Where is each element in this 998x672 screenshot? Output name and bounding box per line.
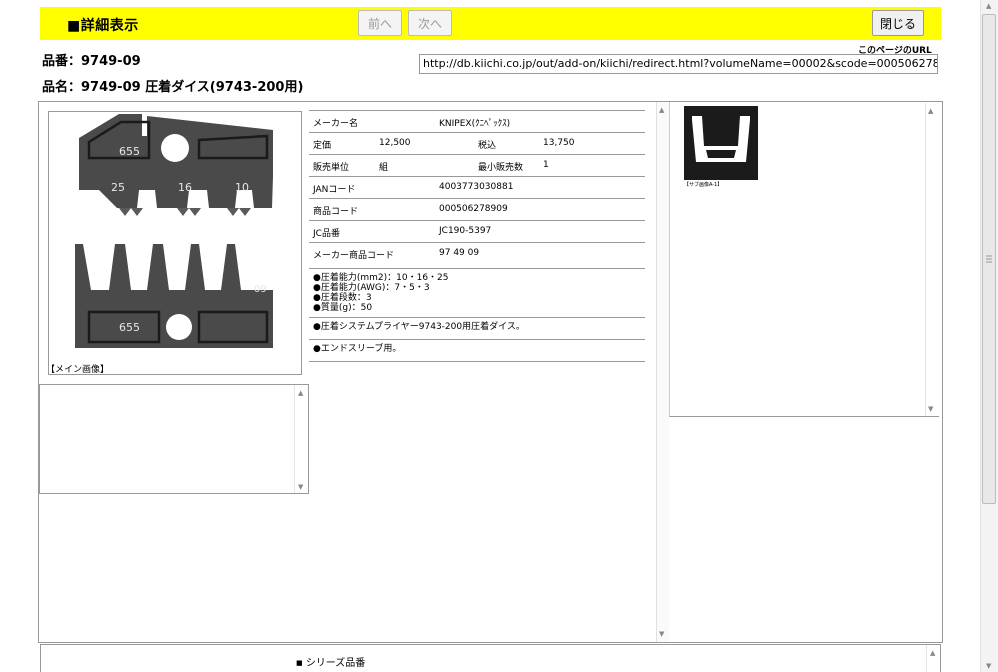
feature-note: ●圧着システムプライヤー9743-200用圧着ダイス。 — [313, 322, 525, 332]
spec-label: 販売単位 — [313, 163, 350, 173]
description-scrollbar[interactable]: ▲ ▼ — [294, 385, 309, 493]
series-scrollbar[interactable]: ▲ — [926, 645, 941, 672]
die-bottom-code: 09 — [254, 284, 267, 295]
spec-value: 12,500 — [379, 138, 411, 148]
spec-row-maker: メーカー名 KNIPEX(ｸﾆﾍﾟｯｸｽ) — [309, 110, 645, 132]
spec-value: 1 — [543, 160, 549, 170]
spec-row-maker-code: メーカー商品コード 97 49 09 — [309, 242, 645, 264]
detail-scrollbar[interactable]: ▲ ▼ — [656, 102, 669, 642]
product-number: 品番：9749-09 — [42, 54, 141, 69]
die-size-25: 25 — [111, 181, 125, 194]
feature-line: ●圧着能力(mm2)：10・16・25 — [313, 273, 449, 283]
spec-label: 商品コード — [313, 207, 359, 217]
scroll-down-icon[interactable]: ▼ — [298, 483, 303, 491]
scroll-up-icon[interactable]: ▲ — [298, 389, 303, 397]
spec-value: KNIPEX(ｸﾆﾍﾟｯｸｽ) — [439, 119, 511, 129]
feature-note: ●エンドスリーブ用。 — [313, 344, 402, 354]
die-size-16: 16 — [178, 181, 192, 194]
spec-row-code: 商品コード 000506278909 — [309, 198, 645, 220]
spec-row-price: 定価 12,500 税込 13,750 — [309, 132, 645, 154]
scroll-up-icon[interactable]: ▲ — [659, 106, 664, 114]
scroll-up-icon[interactable]: ▲ — [986, 2, 991, 10]
die-size-10: 10 — [235, 181, 249, 194]
spec-label: 税込 — [478, 141, 497, 151]
description-frame — [39, 384, 309, 494]
spec-label: メーカー名 — [313, 119, 359, 129]
grip-icon — [986, 255, 992, 263]
spec-row-jan: JANコード 4003773030881 — [309, 176, 645, 198]
spec-label: 定価 — [313, 141, 332, 151]
series-frame — [40, 644, 941, 672]
header-bar: ■詳細表示 前へ 次へ 閉じる — [40, 7, 941, 40]
sub-image-caption: 【サブ画像A-1】 — [684, 182, 723, 188]
bullet-icon: ■ — [296, 659, 303, 667]
spec-value: 13,750 — [543, 138, 575, 148]
series-label-text: シリーズ品番 — [305, 658, 366, 669]
page-scrollbar-thumb[interactable] — [982, 14, 996, 504]
spec-label: メーカー商品コード — [313, 251, 395, 261]
sub-image-scrollbar[interactable]: ▲ ▼ — [925, 103, 939, 416]
feature-list: ●圧着能力(mm2)：10・16・25 ●圧着能力(AWG)：7・5・3 ●圧着… — [309, 268, 645, 362]
main-image-caption: 【メイン画像】 — [46, 365, 110, 375]
scroll-down-icon[interactable]: ▼ — [659, 630, 664, 638]
spec-value: 4003773030881 — [439, 182, 514, 192]
crimp-die-image: 655 25 16 10 09 655 — [75, 114, 273, 348]
next-button[interactable]: 次へ — [408, 10, 452, 36]
page-url-field[interactable]: http://db.kiichi.co.jp/out/add-on/kiichi… — [419, 54, 938, 74]
close-button[interactable]: 閉じる — [872, 10, 924, 36]
spec-row-unit: 販売単位 組 最小販売数 1 — [309, 154, 645, 176]
scroll-up-icon[interactable]: ▲ — [928, 107, 933, 115]
die-profile-image — [692, 116, 750, 162]
spec-value: JC190-5397 — [439, 226, 492, 236]
spec-label: JC品番 — [313, 229, 340, 239]
main-image: 655 25 16 10 09 655 — [48, 111, 302, 375]
feature-line: ●質量(g)：50 — [313, 303, 373, 313]
die-top-marking: 655 — [119, 145, 140, 158]
sub-image-thumbnail[interactable] — [684, 106, 758, 180]
scroll-down-icon[interactable]: ▼ — [986, 662, 991, 670]
scroll-down-icon[interactable]: ▼ — [928, 405, 933, 413]
feature-line: ●圧着能力(AWG)：7・5・3 — [313, 283, 430, 293]
spec-value: 97 49 09 — [439, 248, 480, 258]
feature-line: ●圧着段数：3 — [313, 293, 372, 303]
die-bottom-marking: 655 — [119, 321, 140, 334]
product-name: 品名：9749-09 圧着ダイス(9743-200用) — [42, 80, 304, 95]
series-label: ■ シリーズ品番 — [296, 654, 365, 669]
spec-label: 最小販売数 — [478, 163, 524, 173]
page-title: ■詳細表示 — [67, 18, 139, 34]
spec-value: 組 — [379, 163, 389, 173]
spec-table: メーカー名 KNIPEX(ｸﾆﾍﾟｯｸｽ) 定価 12,500 税込 13,75… — [309, 110, 645, 264]
spec-row-jc: JC品番 JC190-5397 — [309, 220, 645, 242]
prev-button[interactable]: 前へ — [358, 10, 402, 36]
spec-label: JANコード — [313, 185, 356, 195]
scroll-up-icon[interactable]: ▲ — [930, 649, 935, 657]
spec-value: 000506278909 — [439, 204, 508, 214]
